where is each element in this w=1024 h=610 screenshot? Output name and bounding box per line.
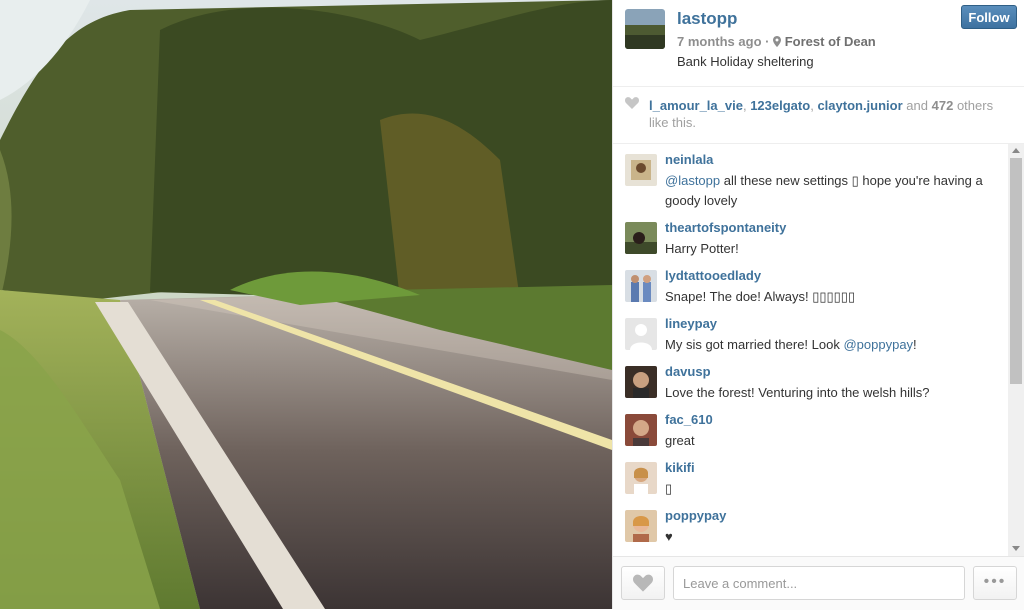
liker-username[interactable]: l_amour_la_vie [649,98,743,113]
comment-text: ▯ [665,481,673,496]
avatar-image [625,462,657,494]
comment-username[interactable]: neinlala [665,152,713,167]
comment-text: Love the forest! Venturing into the wels… [665,385,930,400]
likes-comma: , [742,98,747,113]
avatar-image [625,270,657,302]
forest-road-image [0,0,612,609]
post-caption: Bank Holiday sheltering [677,54,814,69]
comment-item: poppypay ♥ [613,500,1005,556]
commenter-avatar[interactable] [625,318,657,350]
likes-summary: l_amour_la_vie, 123elgato, clayton.junio… [649,97,1011,131]
comment-item: davusp Love the forest! Venturing into t… [613,356,1005,404]
comment-text: @lastopp all these new settings ▯ hope y… [665,171,995,211]
scroll-down-arrow-icon[interactable] [1012,546,1020,551]
post-meta: 7 months ago · Forest of Dean [677,34,876,49]
comment-username[interactable]: davusp [665,364,711,379]
comment-username[interactable]: kikifi [665,460,695,475]
commenter-avatar[interactable] [625,270,657,302]
likes-and: and [906,98,928,113]
comment-text: Harry Potter! [665,241,739,256]
avatar-image [625,414,657,446]
liker-username[interactable]: 123elgato [750,98,810,113]
follow-button[interactable]: Follow [961,5,1017,29]
avatar-image [625,366,657,398]
comment-text: ♥ [665,529,673,544]
meta-separator: · [765,34,770,49]
post-photo[interactable] [0,0,612,609]
likes-section: l_amour_la_vie, 123elgato, clayton.junio… [613,87,1024,144]
commenter-avatar[interactable] [625,414,657,446]
comment-item: theartofspontaneity Harry Potter! [613,212,1005,260]
post-detail-panel: lastopp 7 months ago · Forest of Dean Ba… [612,0,1024,610]
scroll-thumb[interactable] [1010,158,1022,384]
scroll-up-arrow-icon[interactable] [1012,148,1020,153]
more-options-icon[interactable]: ••• [973,566,1017,600]
avatar-image [625,510,657,542]
comment-username[interactable]: fac_610 [665,412,713,427]
comment-text: great [665,433,695,448]
heart-icon [633,574,653,592]
owner-avatar[interactable] [625,9,665,49]
comment-item: neinlala @lastopp all these new settings… [613,144,1005,212]
comment-body: My sis got married there! Look [665,337,844,352]
comment-input[interactable] [673,566,965,600]
comments-list[interactable]: neinlala @lastopp all these new settings… [613,144,1024,556]
comment-username[interactable]: poppypay [665,508,726,523]
comment-text: Snape! The doe! Always! ▯▯▯▯▯▯ [665,289,856,304]
avatar-image [625,154,657,186]
comment-username[interactable]: lineypay [665,316,717,331]
location-link[interactable]: Forest of Dean [773,34,876,49]
post-header: lastopp 7 months ago · Forest of Dean Ba… [613,0,1024,87]
comment-item: lineypay My sis got married there! Look … [613,308,1005,356]
heart-icon [625,97,639,109]
avatar-image [625,222,657,254]
comment-item: fac_610 great [613,404,1005,452]
liker-username[interactable]: clayton.junior [817,98,902,113]
likes-count[interactable]: 472 [932,98,954,113]
owner-username[interactable]: lastopp [677,9,737,29]
comments-scrollbar[interactable] [1008,144,1024,556]
comment-text: My sis got married there! Look @poppypay… [665,335,995,355]
location-name: Forest of Dean [784,34,876,49]
comment-username[interactable]: theartofspontaneity [665,220,786,235]
comment-item: kikifi ▯ [613,452,1005,500]
comment-item: lydtattooedlady Snape! The doe! Always! … [613,260,1005,308]
comment-mention[interactable]: @lastopp [665,173,720,188]
like-button[interactable] [621,566,665,600]
comment-username[interactable]: lydtattooedlady [665,268,761,283]
commenter-avatar[interactable] [625,510,657,542]
likes-comma: , [810,98,814,113]
comment-mention[interactable]: @poppypay [843,337,913,352]
comment-footer: ••• [613,556,1024,610]
commenter-avatar[interactable] [625,366,657,398]
post-time[interactable]: 7 months ago [677,34,762,49]
location-pin-icon [773,36,782,47]
commenter-avatar[interactable] [625,154,657,186]
commenter-avatar[interactable] [625,462,657,494]
default-avatar-icon [625,318,657,350]
commenter-avatar[interactable] [625,222,657,254]
comment-body-end: ! [913,337,917,352]
avatar-landscape-image [625,9,665,49]
